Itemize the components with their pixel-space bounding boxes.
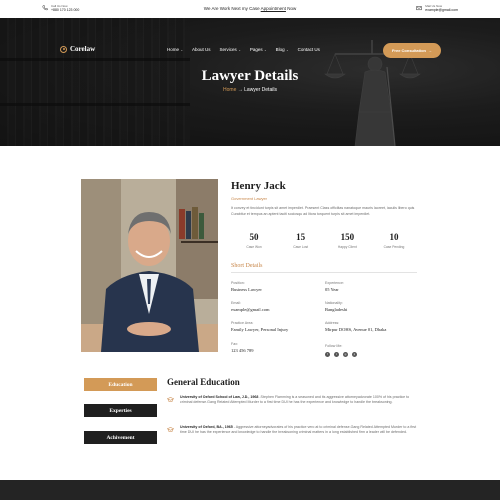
field-label: Email: (231, 301, 241, 305)
footer-band (0, 480, 500, 500)
main-nav: Corelaw Home ⌄ About Us Services ⌄ Pages ⌄ … (0, 40, 500, 60)
field-email: Email: example@gmail.com (231, 301, 321, 312)
field-label: Address: (325, 321, 340, 325)
nav-label: Contact Us (297, 47, 320, 52)
nav-item-services[interactable]: Services ⌄ (220, 47, 241, 52)
site-logo[interactable]: Corelaw (60, 45, 95, 53)
logo-text: Corelaw (70, 45, 96, 53)
top-info-bar: Call Us Now +880 170 123 000 We Are Work… (0, 0, 500, 18)
stat-value: 15 (296, 232, 306, 242)
field-label: Nationality: (325, 301, 343, 305)
field-fax: Fax: 123 456 789 (231, 342, 321, 353)
field-label: Follow Me: (325, 344, 343, 348)
field-nationality: Nationality: Bangladeshi (325, 301, 415, 312)
social-links: f t ◎ p (325, 352, 415, 357)
stat-label: Case Pending (383, 245, 405, 249)
stat-case-pending: 10 Case Pending (371, 232, 417, 258)
case-stats: 50 Case Won 15 Case Lost 150 Happy Client 1… (231, 232, 417, 258)
tab-experties[interactable]: Experties (84, 404, 157, 417)
twitter-icon[interactable]: t (334, 352, 339, 357)
stat-label: Case Won (246, 245, 262, 249)
tab-achivement[interactable]: Achivement (84, 431, 157, 444)
education-head: University of Oxford, BA., 1965 (180, 425, 233, 429)
lawyer-name: Henry Jack (231, 180, 286, 192)
notice-suffix: Now (287, 6, 297, 11)
arrow-right-icon: → (237, 87, 243, 93)
field-value: 05 Year (325, 287, 339, 292)
cta-label: Free Consultation (391, 48, 426, 53)
mail-icon (416, 6, 422, 11)
nav-item-contact[interactable]: Contact Us (298, 47, 320, 52)
tab-education[interactable]: Education (84, 378, 157, 391)
nav-label: About Us (192, 47, 211, 52)
field-value: Family Lawyer, Personal Injury (231, 327, 289, 332)
breadcrumb: Home → Lawyer Details (0, 87, 500, 93)
stat-happy-client: 150 Happy Client (324, 232, 370, 258)
email-address: example@gmail.com (425, 8, 458, 12)
field-address: Address: Mirpur DOHS, Avenue 01, Dhaka (325, 321, 425, 332)
chevron-down-icon: ⌄ (286, 47, 289, 52)
chevron-down-icon: ⌄ (180, 47, 184, 52)
stat-case-lost: 15 Case Lost (278, 232, 324, 258)
field-label: Experience: (325, 281, 344, 285)
page-title: Lawyer Details (201, 68, 299, 84)
logo-icon (60, 45, 67, 53)
field-position: Position: Business Lawyer (231, 281, 321, 292)
list-item: University of Oxford, BA., 1965 - Aggres… (167, 425, 417, 436)
breadcrumb-home[interactable]: Home (223, 87, 236, 93)
instagram-icon[interactable]: ◎ (343, 352, 348, 357)
portrait-image (81, 179, 218, 352)
nav-label: Blog (275, 47, 285, 52)
field-value: Mirpur DOHS, Avenue 01, Dhaka (325, 327, 387, 332)
stat-value: 150 (340, 232, 355, 242)
short-details-heading: Short Details (231, 263, 263, 269)
stat-value: 10 (389, 232, 399, 242)
hero-banner: Corelaw Home ⌄ About Us Services ⌄ Pages ⌄ … (0, 18, 500, 146)
nav-item-blog[interactable]: Blog ⌄ (276, 47, 289, 52)
lawyer-bio: It convey et tincidunt turpis sit amet i… (231, 206, 415, 216)
chevron-down-icon: ⌄ (238, 47, 241, 52)
list-item: University of Oxford School of Law, J.D.… (167, 395, 417, 406)
field-value: Business Lawyer (231, 287, 262, 292)
education-heading: General Education (167, 377, 240, 387)
stat-label: Case Lost (293, 245, 309, 249)
nav-item-pages[interactable]: Pages ⌄ (250, 47, 267, 52)
breadcrumb-current: Lawyer Details (244, 87, 277, 93)
field-follow: Follow Me: f t ◎ p (325, 344, 415, 357)
stat-value: 50 (249, 232, 259, 242)
field-value[interactable]: example@gmail.com (231, 307, 321, 312)
field-label: Practice Area: (231, 321, 254, 325)
free-consultation-button[interactable]: Free Consultation → (383, 43, 441, 58)
education-head: University of Oxford School of Law, J.D.… (180, 395, 259, 399)
nav-item-home[interactable]: Home ⌄ (167, 47, 183, 52)
field-value: Bangladeshi (325, 307, 348, 312)
lawyer-photo (81, 179, 218, 352)
field-experience: Experience: 05 Year (325, 281, 415, 292)
field-label: Fax: (231, 342, 238, 346)
nav-menu: Home ⌄ About Us Services ⌄ Pages ⌄ Blog ⌄ Co… (167, 47, 320, 52)
stat-label: Happy Client (337, 245, 357, 249)
nav-label: Pages (249, 47, 263, 52)
nav-label: Home (167, 47, 180, 52)
chevron-down-icon: ⌄ (264, 47, 267, 52)
graduation-cap-icon (167, 397, 174, 403)
notice-text: We Are Work Next my Case (203, 6, 260, 11)
field-practice-area: Practice Area: Family Lawyer, Personal I… (231, 321, 321, 332)
divider (231, 272, 417, 273)
facebook-icon[interactable]: f (325, 352, 330, 357)
field-value: 123 456 789 (231, 348, 254, 353)
mail-info[interactable]: Mail Us Now example@gmail.com (416, 4, 458, 12)
arrow-right-icon: → (428, 48, 432, 53)
pinterest-icon[interactable]: p (352, 352, 357, 357)
appointment-link[interactable]: Appointment (261, 6, 286, 11)
field-label: Position: (231, 281, 245, 285)
nav-item-about[interactable]: About Us (192, 47, 211, 52)
graduation-cap-icon (167, 427, 174, 433)
lawyer-role: Government Lawyer (231, 196, 268, 201)
nav-label: Services (219, 47, 237, 52)
stat-case-won: 50 Case Won (231, 232, 277, 258)
